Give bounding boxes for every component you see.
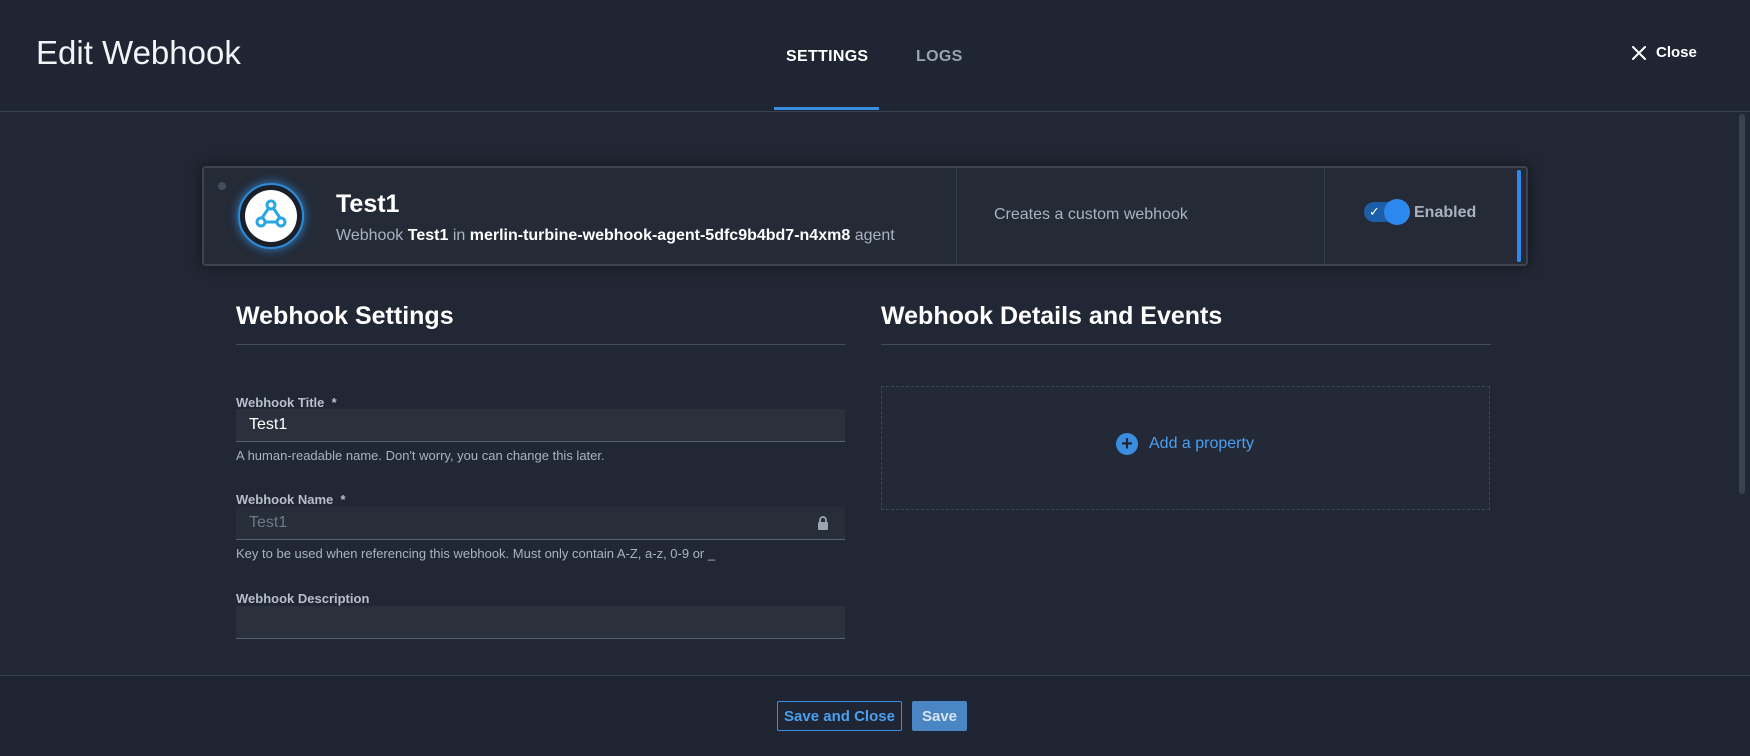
webhook-details-heading: Webhook Details and Events bbox=[881, 302, 1223, 330]
enabled-label: Enabled bbox=[1414, 204, 1477, 221]
status-dot bbox=[218, 182, 226, 190]
enabled-toggle[interactable]: ✓ bbox=[1364, 199, 1410, 225]
tab-settings[interactable]: SETTINGS bbox=[786, 48, 868, 66]
check-icon: ✓ bbox=[1369, 204, 1380, 219]
header-bar: Edit Webhook SETTINGS LOGS Close bbox=[0, 0, 1750, 112]
required-mark: * bbox=[331, 395, 337, 410]
subtitle-agent-id: merlin-turbine-webhook-agent-5dfc9b4bd7-… bbox=[469, 227, 851, 244]
page-title: Edit Webhook bbox=[36, 34, 241, 71]
webhook-name-input bbox=[236, 507, 845, 540]
properties-dropzone: + Add a property bbox=[881, 386, 1490, 510]
subtitle-webhook-name: Test1 bbox=[407, 227, 449, 244]
webhook-description-input[interactable] bbox=[236, 606, 845, 639]
card-divider bbox=[956, 168, 957, 264]
webhook-name-help: Key to be used when referencing this web… bbox=[236, 546, 716, 561]
add-property-button[interactable]: + Add a property bbox=[1116, 433, 1254, 455]
card-accent-bar bbox=[1517, 170, 1521, 262]
card-divider bbox=[1324, 168, 1325, 264]
webhook-summary-card: Test1 Webhook Test1 in merlin-turbine-we… bbox=[202, 166, 1528, 266]
active-tab-indicator bbox=[774, 107, 879, 110]
webhook-settings-heading: Webhook Settings bbox=[236, 302, 454, 330]
save-and-close-button[interactable]: Save and Close bbox=[777, 701, 902, 731]
save-button[interactable]: Save bbox=[912, 701, 967, 731]
webhook-description-label: Webhook Description bbox=[236, 591, 370, 606]
close-icon bbox=[1632, 45, 1646, 60]
webhook-title-help: A human-readable name. Don't worry, you … bbox=[236, 448, 605, 463]
add-property-label: Add a property bbox=[1149, 435, 1254, 452]
subtitle-in: in bbox=[452, 227, 466, 244]
footer-bar: Save and Close Save bbox=[0, 675, 1750, 756]
webhook-subtitle: Webhook Test1 in merlin-turbine-webhook-… bbox=[336, 227, 895, 245]
webhook-name-label: Webhook Name * bbox=[236, 492, 346, 507]
section-divider bbox=[236, 344, 845, 345]
lock-icon bbox=[817, 516, 829, 535]
section-divider bbox=[881, 344, 1491, 345]
webhook-icon bbox=[251, 194, 291, 239]
tab-logs[interactable]: LOGS bbox=[916, 48, 963, 66]
webhook-name-heading: Test1 bbox=[336, 190, 400, 218]
scrollbar[interactable] bbox=[1739, 114, 1745, 494]
webhook-title-input[interactable] bbox=[236, 409, 845, 442]
webhook-description-text: Creates a custom webhook bbox=[994, 206, 1188, 223]
subtitle-prefix: Webhook bbox=[336, 227, 404, 244]
required-mark: * bbox=[340, 492, 346, 507]
close-button[interactable]: Close bbox=[1632, 44, 1697, 61]
close-label: Close bbox=[1656, 44, 1697, 61]
webhook-title-label: Webhook Title * bbox=[236, 395, 337, 410]
avatar bbox=[238, 183, 304, 249]
toggle-knob bbox=[1384, 199, 1410, 225]
plus-circle-icon: + bbox=[1116, 433, 1138, 455]
subtitle-suffix: agent bbox=[854, 227, 895, 244]
